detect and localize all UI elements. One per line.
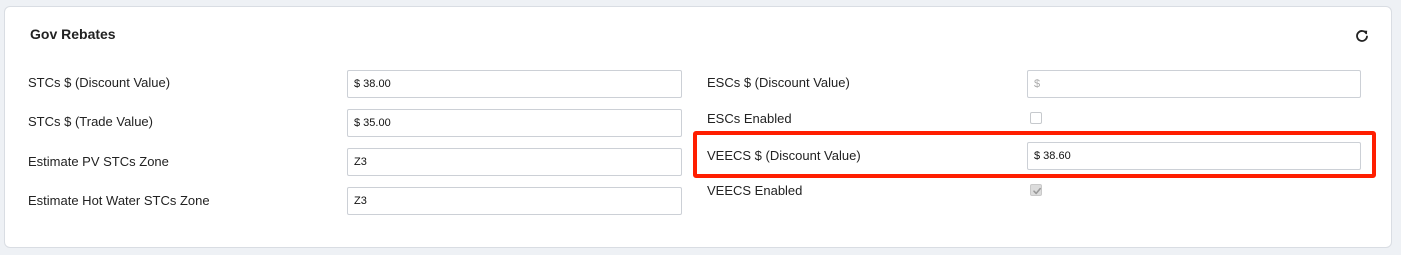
stcs-trade-label: STCs $ (Trade Value)	[28, 114, 153, 129]
veecs-enabled-label: VEECS Enabled	[707, 183, 803, 198]
panel-title: Gov Rebates	[30, 26, 116, 42]
escs-discount-label: ESCs $ (Discount Value)	[707, 75, 850, 90]
hot-water-stcs-zone-input[interactable]	[347, 187, 682, 215]
checkmark-icon	[1033, 187, 1041, 195]
stcs-trade-input[interactable]	[347, 109, 682, 137]
escs-enabled-checkbox[interactable]	[1030, 112, 1042, 124]
stcs-discount-label: STCs $ (Discount Value)	[28, 75, 171, 90]
veecs-enabled-checkbox[interactable]	[1030, 184, 1042, 196]
veecs-discount-input[interactable]	[1027, 142, 1361, 170]
refresh-icon[interactable]	[1355, 29, 1369, 43]
stcs-discount-input[interactable]	[347, 70, 682, 98]
hot-water-stcs-zone-label: Estimate Hot Water STCs Zone	[28, 193, 210, 208]
gov-rebates-panel: Gov Rebates	[4, 6, 1392, 248]
escs-discount-input[interactable]	[1027, 70, 1361, 98]
veecs-discount-label: VEECS $ (Discount Value)	[707, 148, 861, 163]
escs-enabled-label: ESCs Enabled	[707, 111, 792, 126]
pv-stcs-zone-label: Estimate PV STCs Zone	[28, 154, 169, 169]
pv-stcs-zone-input[interactable]	[347, 148, 682, 176]
